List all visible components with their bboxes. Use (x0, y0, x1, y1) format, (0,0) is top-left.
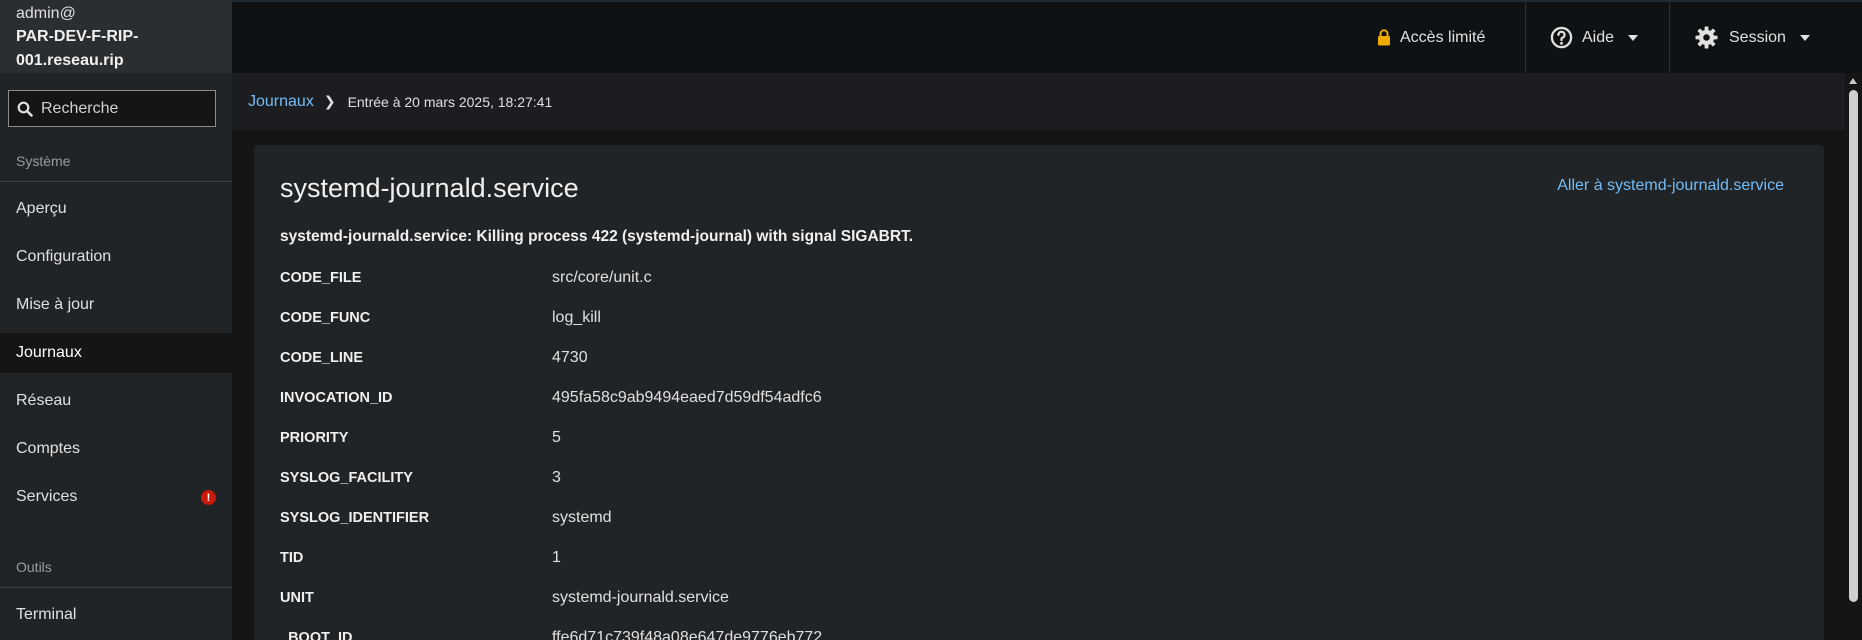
alert-badge-icon: ! (201, 490, 216, 505)
goto-unit-link[interactable]: Aller à systemd-journald.service (1557, 177, 1784, 195)
field-value: ffe6d71c739f48a08e647de9776eb772 (552, 629, 823, 640)
search-box[interactable] (8, 90, 216, 127)
sidebar-item-journaux[interactable]: Journaux (0, 333, 232, 373)
field-value: src/core/unit.c (552, 269, 652, 286)
field-value: 495fa58c9ab9494eaed7d59df54adfc6 (552, 389, 822, 406)
host-name-line1: PAR-DEV-F-RIP- (16, 28, 139, 45)
caret-down-icon (1628, 34, 1639, 41)
sidebar-item-label: Services (16, 488, 78, 505)
field-key: SYSLOG_IDENTIFIER (280, 510, 430, 526)
sidebar-item-configuration[interactable]: Configuration (0, 237, 232, 277)
limited-access-button[interactable]: Accès limité (1377, 2, 1485, 73)
top-bar: Accès limité Aide Session (232, 0, 1862, 73)
lock-icon (1378, 29, 1390, 46)
sidebar-item-label: Terminal (16, 606, 77, 623)
host-switcher[interactable]: admin@ PAR-DEV-F-RIP- 001.reseau.rip (0, 0, 232, 73)
field-value: systemd-journald.service (552, 589, 729, 606)
field-value: 3 (552, 469, 561, 486)
scroll-thumb[interactable] (1849, 90, 1858, 602)
field-row: UNIT systemd-journald.service (280, 589, 1680, 630)
main-content: Journaux ❯ Entrée à 20 mars 2025, 18:27:… (232, 73, 1862, 640)
section-label-system: Système (16, 153, 71, 169)
breadcrumb: Journaux ❯ Entrée à 20 mars 2025, 18:27:… (232, 73, 1845, 130)
divider (1669, 2, 1670, 73)
host-user: admin@ (16, 5, 76, 22)
breadcrumb-link-journaux[interactable]: Journaux (248, 93, 314, 111)
sidebar-item-apercu[interactable]: Aperçu (0, 189, 232, 229)
field-row: TID 1 (280, 549, 1680, 590)
sidebar-item-terminal[interactable]: Terminal (0, 595, 232, 635)
field-value: systemd (552, 509, 612, 526)
host-name-line2: 001.reseau.rip (16, 52, 124, 69)
sidebar-item-label: Aperçu (16, 200, 67, 217)
sidebar-item-reseau[interactable]: Réseau (0, 381, 232, 421)
divider (1525, 2, 1526, 73)
field-value: 5 (552, 429, 561, 446)
help-icon (1550, 26, 1573, 49)
divider (0, 587, 232, 588)
field-row: CODE_LINE 4730 (280, 349, 1680, 390)
help-menu-button[interactable]: Aide (1550, 2, 1639, 73)
field-row: CODE_FUNC log_kill (280, 309, 1680, 350)
field-key: CODE_FUNC (280, 310, 371, 326)
field-key: TID (280, 550, 304, 566)
session-menu-button[interactable]: Session (1695, 2, 1810, 73)
sidebar-item-label: Réseau (16, 392, 72, 409)
gear-icon (1695, 26, 1718, 49)
field-key: SYSLOG_FACILITY (280, 470, 413, 486)
field-row: INVOCATION_ID 495fa58c9ab9494eaed7d59df54… (280, 389, 1680, 430)
breadcrumb-current: Entrée à 20 mars 2025, 18:27:41 (347, 93, 553, 110)
scroll-up-arrow-icon[interactable] (1849, 78, 1857, 84)
field-key: PRIORITY (280, 430, 349, 446)
field-row: SYSLOG_IDENTIFIER systemd (280, 509, 1680, 550)
session-label: Session (1729, 28, 1786, 46)
entry-title: systemd-journald.service (280, 173, 579, 203)
search-icon (17, 101, 33, 117)
field-value: log_kill (552, 309, 601, 326)
caret-down-icon (1799, 34, 1810, 41)
sidebar-item-label: Comptes (16, 440, 81, 457)
sidebar-item-comptes[interactable]: Comptes (0, 429, 232, 469)
limited-access-label: Accès limité (1400, 28, 1486, 46)
field-key: UNIT (280, 590, 314, 606)
field-key: CODE_LINE (280, 350, 363, 366)
sidebar-item-mise-a-jour[interactable]: Mise à jour (0, 285, 232, 325)
sidebar-item-label: Mise à jour (16, 296, 95, 313)
field-row: _BOOT_ID ffe6d71c739f48a08e647de9776eb772 (280, 629, 1680, 640)
log-entry-card: systemd-journald.service Aller à systemd… (254, 145, 1824, 640)
field-row: SYSLOG_FACILITY 3 (280, 469, 1680, 510)
field-row: CODE_FILE src/core/unit.c (280, 269, 1680, 310)
section-label-tools: Outils (16, 559, 52, 575)
divider (0, 181, 232, 182)
vertical-scrollbar[interactable] (1845, 73, 1862, 640)
help-label: Aide (1582, 28, 1615, 46)
field-row: PRIORITY 5 (280, 429, 1680, 470)
field-key: INVOCATION_ID (280, 390, 393, 406)
search-input[interactable] (41, 99, 211, 118)
field-value: 4730 (552, 349, 588, 366)
sidebar-item-label: Journaux (16, 344, 82, 361)
sidebar-item-services[interactable]: Services ! (0, 477, 232, 517)
field-value: 1 (552, 549, 561, 566)
field-key: _BOOT_ID (280, 630, 353, 640)
chevron-right-icon: ❯ (323, 93, 336, 109)
entry-message: systemd-journald.service: Killing proces… (280, 228, 914, 245)
sidebar-item-label: Configuration (16, 248, 112, 265)
sidebar: admin@ PAR-DEV-F-RIP- 001.reseau.rip Sys… (0, 0, 232, 640)
field-key: CODE_FILE (280, 270, 362, 286)
